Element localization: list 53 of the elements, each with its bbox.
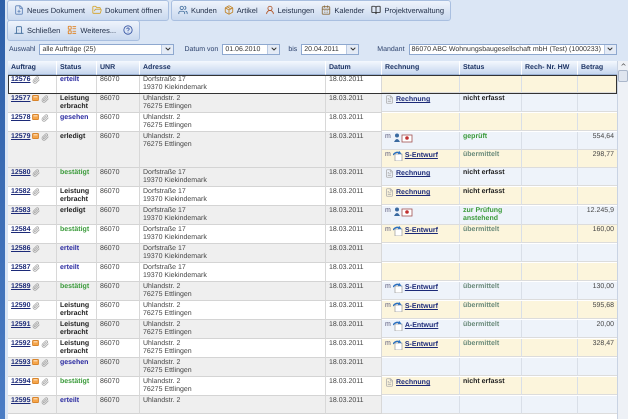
note-icon — [32, 378, 40, 384]
paperclip-icon — [32, 264, 40, 272]
document-arrow-icon — [392, 151, 403, 161]
new-document-icon — [14, 5, 24, 15]
document-icon — [385, 95, 394, 104]
caret-icon — [161, 44, 174, 54]
paperclip-icon — [32, 245, 40, 253]
paperclip-icon — [32, 188, 40, 196]
caret-icon — [346, 44, 358, 54]
paperclip-icon — [41, 95, 50, 103]
list-icon — [67, 25, 78, 35]
document-arrow-icon — [392, 340, 403, 350]
scrollbar[interactable] — [617, 61, 628, 419]
note-icon — [32, 114, 40, 120]
person-picture-icon — [392, 133, 413, 143]
document-icon — [385, 169, 394, 178]
document-arrow-icon — [392, 226, 403, 236]
document-arrow-icon — [392, 321, 403, 331]
paperclip-icon — [32, 302, 40, 310]
paperclip-icon — [41, 114, 50, 122]
scroll-up-icon[interactable] — [620, 61, 626, 68]
scroll-thumb[interactable] — [618, 70, 628, 82]
document-arrow-icon — [392, 302, 403, 312]
package-icon — [224, 5, 234, 15]
note-icon — [32, 340, 40, 346]
door-icon — [14, 25, 24, 35]
document-icon — [385, 188, 394, 197]
paperclip-icon — [41, 359, 50, 367]
person-picture-icon — [392, 207, 413, 217]
paperclip-icon — [41, 397, 50, 405]
book-icon — [371, 5, 382, 15]
paperclip-icon — [41, 378, 50, 386]
note-icon — [32, 397, 40, 403]
paperclip-icon — [32, 169, 40, 177]
document-arrow-icon — [392, 283, 403, 293]
help-icon — [123, 25, 134, 35]
document-icon — [385, 378, 394, 387]
folder-icon — [92, 5, 102, 15]
paperclip-icon — [32, 76, 40, 84]
paperclip-icon — [41, 133, 50, 141]
paperclip-icon — [32, 321, 40, 329]
note-icon — [32, 359, 40, 365]
paperclip-icon — [32, 283, 40, 291]
paperclip-icon — [32, 207, 40, 215]
paperclip-icon — [32, 226, 40, 234]
note-icon — [32, 133, 40, 139]
caret-icon — [267, 44, 280, 54]
person-icon — [264, 5, 275, 15]
note-icon — [32, 95, 40, 101]
caret-icon — [604, 44, 616, 54]
people-icon — [178, 5, 188, 15]
calendar-icon — [321, 5, 332, 15]
paperclip-icon — [41, 340, 50, 348]
